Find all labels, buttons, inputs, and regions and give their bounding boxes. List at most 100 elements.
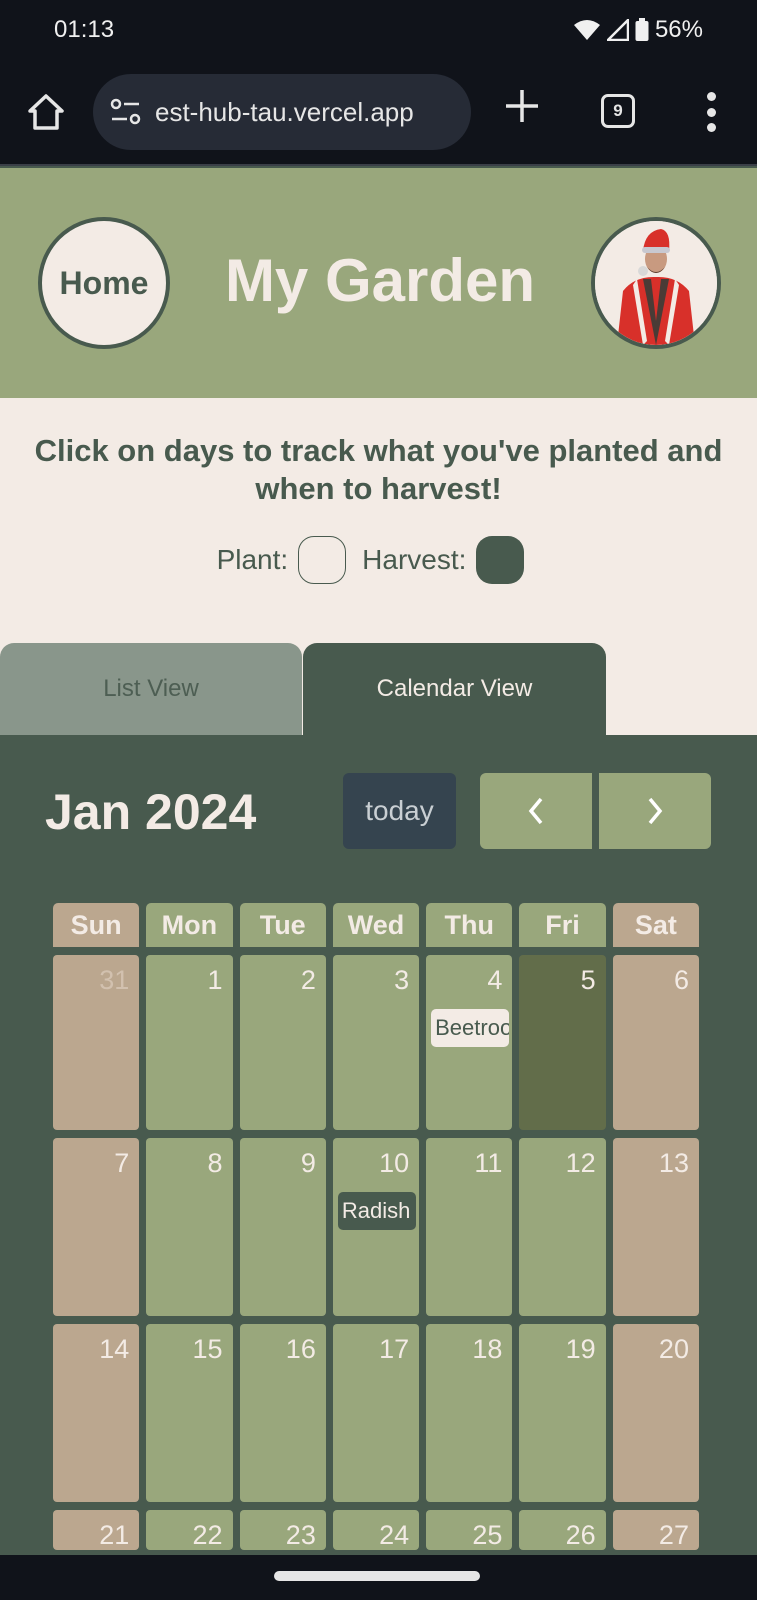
calendar-event-plant[interactable]: Beetroot — [431, 1009, 510, 1047]
calendar-event-harvest[interactable]: Radish — [337, 1192, 417, 1230]
calendar-day[interactable]: 14 — [53, 1324, 140, 1502]
calendar-week: 7 8 9 10 Radish 11 12 13 — [53, 1138, 699, 1316]
next-month-button[interactable] — [599, 773, 711, 849]
calendar-day[interactable]: 18 — [426, 1324, 513, 1502]
calendar-day[interactable]: 20 — [612, 1324, 699, 1502]
status-icons: 56% — [573, 16, 703, 44]
day-number: 10 — [379, 1148, 410, 1178]
day-number: 8 — [207, 1148, 223, 1178]
more-menu-icon[interactable] — [700, 92, 722, 132]
legend-harvest-label: Harvest: — [362, 544, 467, 575]
url-bar[interactable]: est-hub-tau.vercel.app — [93, 74, 471, 150]
home-button[interactable]: Home — [38, 217, 170, 349]
calendar-day[interactable]: 24 — [332, 1510, 420, 1550]
day-number: 25 — [472, 1520, 503, 1550]
status-bar: 01:13 56% — [0, 0, 757, 60]
calendar-day[interactable]: 26 — [519, 1510, 606, 1550]
avatar-image — [595, 221, 717, 345]
day-number: 12 — [565, 1148, 596, 1178]
calendar-day[interactable]: 12 — [519, 1138, 606, 1316]
legend: Plant: Harvest: — [0, 536, 757, 584]
calendar-day[interactable]: 10 Radish — [332, 1138, 420, 1316]
avatar[interactable] — [591, 217, 721, 349]
browser-toolbar: est-hub-tau.vercel.app 9 — [0, 60, 757, 166]
day-number: 1 — [207, 965, 223, 995]
day-of-week-sat: Sat — [612, 903, 699, 947]
day-number: 2 — [300, 965, 316, 995]
day-number: 20 — [658, 1334, 689, 1364]
day-number: 4 — [487, 965, 503, 995]
day-number: 21 — [99, 1520, 130, 1550]
today-button[interactable]: today — [343, 773, 456, 849]
battery-percent: 56% — [654, 16, 703, 43]
calendar-day[interactable]: 13 — [612, 1138, 699, 1316]
home-icon[interactable] — [26, 92, 66, 132]
calendar-week: 31 1 2 3 4 Beetroot 5 6 — [53, 955, 699, 1130]
tab-calendar-view[interactable]: Calendar View — [303, 643, 606, 735]
view-tabs: List View Calendar View — [0, 643, 757, 735]
day-number: 26 — [565, 1520, 596, 1550]
day-number: 27 — [658, 1520, 689, 1550]
calendar-day[interactable]: 22 — [146, 1510, 233, 1550]
day-number: 19 — [565, 1334, 596, 1364]
calendar-day[interactable]: 16 — [239, 1324, 326, 1502]
calendar-day[interactable]: 21 — [53, 1510, 140, 1550]
wifi-icon — [573, 20, 600, 40]
day-of-week-wed: Wed — [332, 903, 420, 947]
app-header: Home My Garden — [0, 168, 757, 398]
day-number: 5 — [580, 965, 596, 995]
calendar-month-title: Jan 2024 — [45, 784, 257, 840]
day-number: 31 — [99, 965, 130, 995]
tabs-icon[interactable]: 9 — [601, 94, 635, 128]
calendar-day[interactable]: 2 — [239, 955, 326, 1130]
day-number: 14 — [99, 1334, 130, 1364]
legend-plant-swatch — [298, 536, 347, 584]
calendar-day[interactable]: 9 — [239, 1138, 326, 1316]
calendar-day[interactable]: 23 — [239, 1510, 326, 1550]
calendar-day[interactable]: 27 — [612, 1510, 699, 1550]
day-number: 3 — [394, 965, 410, 995]
calendar-day[interactable]: 17 — [332, 1324, 420, 1502]
calendar-day[interactable]: 1 — [146, 955, 233, 1130]
calendar-day[interactable]: 5 — [519, 955, 606, 1130]
intro-section: Click on days to track what you've plant… — [0, 398, 757, 643]
day-number: 17 — [379, 1334, 410, 1364]
day-of-week-thu: Thu — [426, 903, 513, 947]
calendar-day[interactable]: 4 Beetroot — [426, 955, 513, 1130]
day-number: 22 — [192, 1520, 223, 1550]
day-number: 11 — [474, 1148, 503, 1178]
calendar-day[interactable]: 7 — [53, 1138, 140, 1316]
calendar-day[interactable]: 31 — [53, 955, 140, 1130]
site-settings-icon[interactable] — [109, 97, 143, 127]
url-text[interactable]: est-hub-tau.vercel.app — [155, 97, 414, 128]
day-number: 24 — [379, 1520, 410, 1550]
calendar: Jan 2024 today Sun Mon Tue Wed Thu Fri Sat 31 1… — [0, 735, 757, 1555]
calendar-grid: SunMonTueWedThuFriSat 311234Beetroot5678… — [53, 903, 699, 1550]
calendar-day[interactable]: 3 — [332, 955, 420, 1130]
gesture-handle[interactable] — [274, 1571, 480, 1581]
calendar-day[interactable]: 19 — [519, 1324, 606, 1502]
calendar-day[interactable]: 15 — [146, 1324, 233, 1502]
calendar-day[interactable]: 11 — [426, 1138, 513, 1316]
tab-count: 9 — [613, 101, 623, 120]
day-number: 9 — [300, 1148, 316, 1178]
day-number: 6 — [673, 965, 689, 995]
day-number: 18 — [472, 1334, 503, 1364]
prev-month-button[interactable] — [480, 773, 592, 849]
chevron-right-icon — [648, 797, 663, 825]
day-of-week-header: Sun Mon Tue Wed Thu Fri Sat — [53, 903, 699, 947]
day-number: 13 — [658, 1148, 689, 1178]
day-of-week-mon: Mon — [146, 903, 233, 947]
day-number: 7 — [114, 1148, 130, 1178]
calendar-day[interactable]: 25 — [426, 1510, 513, 1550]
new-tab-icon[interactable] — [502, 86, 542, 126]
day-number: 23 — [285, 1520, 316, 1550]
calendar-day[interactable]: 8 — [146, 1138, 233, 1316]
day-number: 15 — [192, 1334, 223, 1364]
status-time: 01:13 — [54, 16, 115, 43]
calendar-weeks: 311234Beetroot5678910Radish1112131415161… — [53, 955, 699, 1550]
day-of-week-tue: Tue — [239, 903, 326, 947]
instructions-text: Click on days to track what you've plant… — [34, 433, 723, 506]
tab-list-view[interactable]: List View — [0, 643, 302, 735]
calendar-day[interactable]: 6 — [612, 955, 699, 1130]
